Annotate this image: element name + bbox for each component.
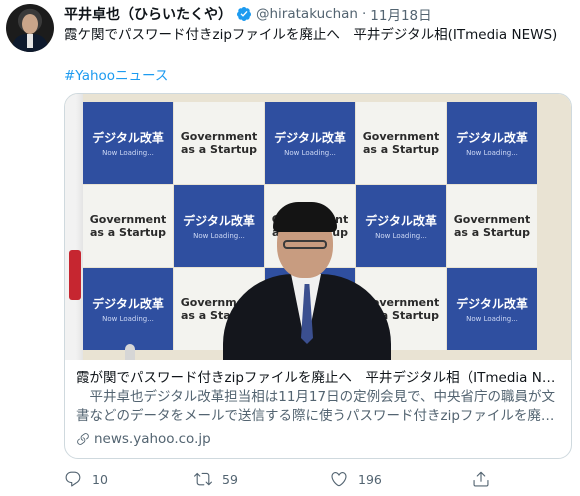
backdrop-jp-sub: Now Loading... xyxy=(102,315,154,323)
hashtag-link[interactable]: #Yahooニュース xyxy=(64,64,168,84)
link-card[interactable]: デジタル改革 Now Loading... Government as a Start… xyxy=(64,93,572,459)
author-handle[interactable]: @hiratakuchan xyxy=(256,6,358,22)
backdrop-jp-sub: Now Loading... xyxy=(102,149,154,157)
link-icon xyxy=(77,433,89,445)
backdrop-en-line1: Government xyxy=(180,130,258,143)
backdrop-jp-sub: Now Loading... xyxy=(466,315,518,323)
share-button[interactable] xyxy=(472,470,500,488)
microphone xyxy=(125,344,135,360)
backdrop-tile-digital: デジタル改革 Now Loading... xyxy=(447,102,537,184)
backdrop-en-line1: Government xyxy=(453,213,531,226)
backdrop-jp-text: デジタル改革 xyxy=(456,297,528,311)
backdrop-en-line2: as a Startup xyxy=(89,226,167,239)
tweet-actions: 10 59 196 xyxy=(64,470,564,490)
card-title: 霞が関でパスワード付きzipファイルを廃止へ 平井デジタル相（ITmedia N… xyxy=(76,370,562,386)
backdrop-tile-digital: デジタル改革 Now Loading... xyxy=(83,102,173,184)
backdrop-tile-digital: デジタル改革 Now Loading... xyxy=(83,268,173,350)
retweet-icon xyxy=(194,472,212,486)
reply-button[interactable]: 10 xyxy=(64,470,108,488)
retweet-count: 59 xyxy=(222,471,238,487)
avatar[interactable] xyxy=(6,4,54,52)
tweet[interactable]: 平井卓也（ひらいたくや） @hiratakuchan · 11月18日 霞ケ関で… xyxy=(0,0,580,496)
card-domain-text: news.yahoo.co.jp xyxy=(94,431,211,447)
backdrop-en-line2: as a Startup xyxy=(180,143,258,156)
backdrop-jp-sub: Now Loading... xyxy=(284,149,336,157)
backdrop-tile-government: Governmentas a Startup xyxy=(174,102,264,184)
card-image: デジタル改革 Now Loading... Government as a Start… xyxy=(65,94,571,360)
like-count: 196 xyxy=(358,471,382,487)
author-name[interactable]: 平井卓也（ひらいたくや） xyxy=(64,4,232,24)
speaker-figure xyxy=(217,202,397,360)
tweet-text: 霞ケ関でパスワード付きzipファイルを廃止へ 平井デジタル相(ITmedia N… xyxy=(64,27,558,43)
backdrop-en-line2: as a Startup xyxy=(453,226,531,239)
backdrop-jp-text: デジタル改革 xyxy=(274,131,346,145)
retweet-button[interactable]: 59 xyxy=(194,470,238,488)
verified-badge-icon xyxy=(237,7,251,21)
tweet-header: 平井卓也（ひらいたくや） @hiratakuchan · 11月18日 xyxy=(64,4,432,24)
separator: · xyxy=(361,6,367,22)
backdrop-en-line1: Government xyxy=(362,130,440,143)
card-description: 平井卓也デジタル改革担当相は11月17日の定例会見で、中央省庁の職員が文書などの… xyxy=(76,389,556,424)
backdrop-tile-digital: デジタル改革 Now Loading... xyxy=(447,268,537,350)
reply-count: 10 xyxy=(92,471,108,487)
reply-icon xyxy=(65,471,81,487)
like-button[interactable]: 196 xyxy=(330,470,382,488)
backdrop-en-line2: as a Startup xyxy=(362,143,440,156)
backdrop-jp-sub: Now Loading... xyxy=(466,149,518,157)
backdrop-jp-text: デジタル改革 xyxy=(456,131,528,145)
backdrop-en-line1: Government xyxy=(89,213,167,226)
backdrop-tile-government: Governmentas a Startup xyxy=(83,185,173,267)
backdrop-jp-text: デジタル改革 xyxy=(92,131,164,145)
card-domain: news.yahoo.co.jp xyxy=(76,431,211,447)
backdrop-tile-government: Governmentas a Startup xyxy=(447,185,537,267)
backdrop-tile-digital: デジタル改革 Now Loading... xyxy=(265,102,355,184)
share-icon xyxy=(473,471,489,487)
flag xyxy=(65,94,83,360)
backdrop-tile-government: Governmentas a Startup xyxy=(356,102,446,184)
backdrop-jp-text: デジタル改革 xyxy=(92,297,164,311)
timestamp[interactable]: 11月18日 xyxy=(370,4,431,24)
heart-icon xyxy=(331,472,347,487)
